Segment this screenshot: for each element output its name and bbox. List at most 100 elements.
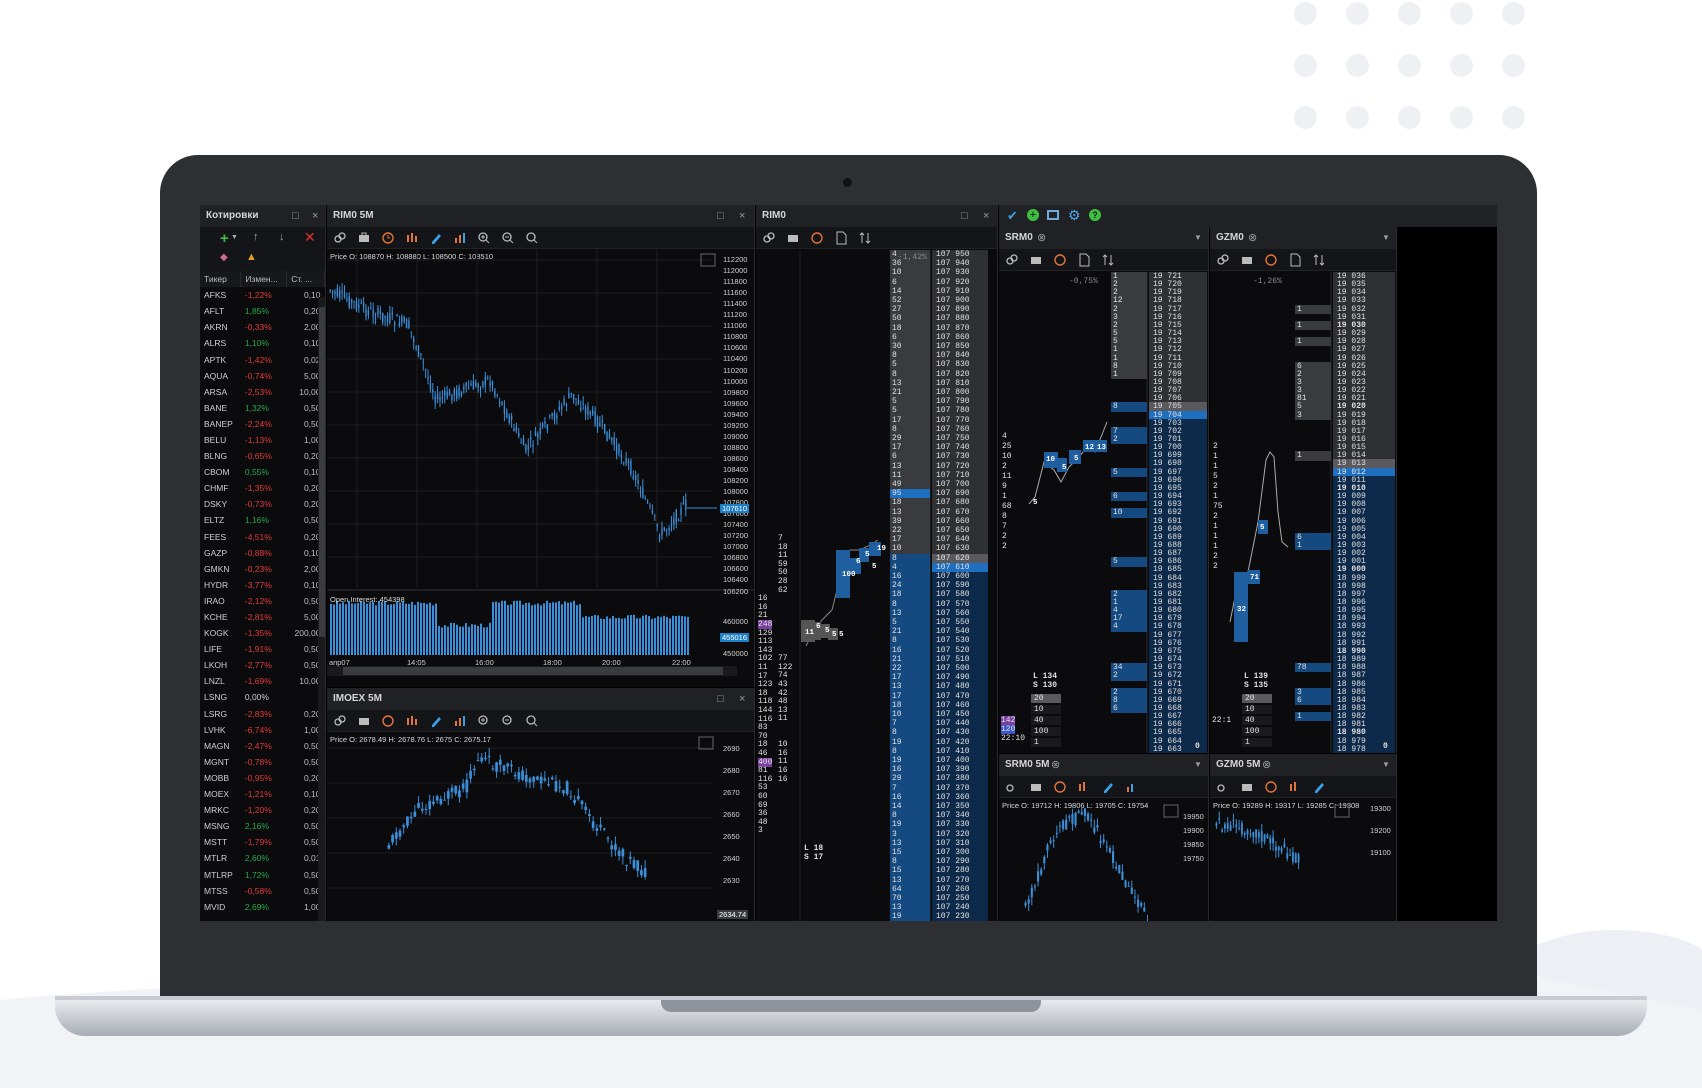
dom-price-row[interactable]: 107 850	[932, 342, 988, 352]
dom-price-row[interactable]: 107 370	[932, 783, 988, 793]
drawing-pen-icon[interactable]	[429, 231, 443, 245]
dom-price-row[interactable]: 107 750	[932, 434, 988, 444]
portfolio-icon[interactable]	[1029, 253, 1043, 267]
dom-price-row[interactable]: 107 340	[932, 811, 988, 821]
quote-row[interactable]: MSNG 2,16% 0,50	[200, 818, 325, 834]
close-circle-icon[interactable]: ⊗	[1037, 227, 1046, 249]
candles-icon[interactable]	[1288, 780, 1302, 794]
close-icon[interactable]: ×	[983, 205, 989, 227]
zoom-out-icon[interactable]	[501, 714, 515, 728]
dom-price-row[interactable]: 107 590	[932, 581, 988, 591]
delete-icon[interactable]: ✕	[304, 229, 316, 246]
chevron-down-icon[interactable]: ▼	[1382, 754, 1390, 776]
order-qty-preset[interactable]: 1	[1242, 738, 1272, 748]
dom-price-row[interactable]: 107 670	[932, 507, 988, 517]
portfolio-icon[interactable]	[1029, 780, 1043, 794]
quote-row[interactable]: APTK -1,42% 0,02	[200, 351, 325, 367]
imoex-price-chart[interactable]	[327, 733, 755, 921]
dom-price-row[interactable]: 107 890	[932, 305, 988, 315]
quotes-scrollbar-thumb[interactable]	[319, 307, 325, 637]
timeframe-clock-icon[interactable]	[381, 231, 395, 245]
candles-icon[interactable]	[405, 231, 419, 245]
quote-row[interactable]: KCHE -2,81% 5,00	[200, 609, 325, 625]
dom-price-row[interactable]: 107 240	[932, 903, 988, 913]
dom-price-row[interactable]: 107 560	[932, 608, 988, 619]
maximize-icon[interactable]: □	[961, 205, 968, 227]
eraser-icon[interactable]: ◆	[220, 252, 228, 263]
bell-icon[interactable]: ▲	[246, 251, 257, 263]
dom-price-row[interactable]: 107 930	[932, 268, 988, 278]
sort-arrows-icon[interactable]	[1312, 253, 1326, 267]
quote-row[interactable]: CBOM 0,55% 0,10	[200, 464, 325, 480]
quote-row[interactable]: LVHK -6,74% 1,00	[200, 722, 325, 738]
order-qty-preset[interactable]: 100	[1031, 727, 1061, 737]
dom-price-row[interactable]: 107 490	[932, 673, 988, 683]
dom-price-row[interactable]: 107 380	[932, 774, 988, 784]
gear-icon[interactable]: ⚙	[1068, 207, 1081, 224]
srm-price-chart[interactable]	[999, 799, 1209, 921]
move-up-icon[interactable]: ↑	[253, 231, 259, 243]
dom-price-row[interactable]: 107 630	[932, 544, 988, 554]
quote-row[interactable]: LIFE -1,91% 0,50	[200, 641, 325, 657]
drawing-pen-icon[interactable]	[1101, 780, 1115, 794]
maximize-icon[interactable]: □	[717, 205, 724, 227]
quote-row[interactable]: AFKS -1,22% 0,10	[200, 287, 325, 303]
order-qty-preset[interactable]: 100	[1242, 727, 1272, 737]
order-qty-preset[interactable]: 10	[1031, 705, 1061, 715]
dom-price-row[interactable]: 107 530	[932, 636, 988, 646]
dom-price-row[interactable]: 107 600	[932, 572, 988, 582]
dom-price-row[interactable]: 107 270	[932, 875, 988, 885]
dom-price-row[interactable]: 107 400	[932, 756, 988, 766]
document-icon[interactable]	[1288, 253, 1302, 267]
quote-row[interactable]: ALRS 1,10% 0,10	[200, 335, 325, 351]
document-icon[interactable]	[1077, 253, 1091, 267]
order-qty-preset[interactable]: 40	[1242, 716, 1272, 726]
dom-price-row[interactable]: 107 780	[932, 406, 988, 416]
chevron-down-icon[interactable]: ▼	[231, 234, 238, 241]
link-icon[interactable]	[1216, 780, 1230, 794]
dom-price-row[interactable]: 107 710	[932, 470, 988, 481]
order-qty-preset[interactable]: 10	[1242, 705, 1272, 715]
dom-price-row[interactable]: 107 550	[932, 618, 988, 628]
dom-price-row[interactable]: 107 740	[932, 443, 988, 453]
quotes-scrollbar[interactable]	[318, 297, 325, 921]
order-qty-preset[interactable]: 40	[1031, 716, 1061, 726]
link-icon[interactable]	[1005, 253, 1019, 267]
dom-price-row[interactable]: 107 280	[932, 866, 988, 876]
chevron-down-icon[interactable]: ▼	[1194, 754, 1202, 776]
indicators-icon[interactable]	[1125, 780, 1139, 794]
candles-icon[interactable]	[1077, 780, 1091, 794]
quote-row[interactable]: BANE 1,32% 0,50	[200, 400, 325, 416]
dom-price-row[interactable]: 107 470	[932, 691, 988, 701]
dom-price-row[interactable]: 107 730	[932, 452, 988, 462]
close-icon[interactable]: ×	[312, 205, 318, 227]
link-icon[interactable]	[333, 231, 347, 245]
dom-price-row[interactable]: 107 870	[932, 323, 988, 333]
close-icon[interactable]: ×	[739, 688, 745, 710]
dom-price-row[interactable]: 107 720	[932, 461, 988, 471]
document-icon[interactable]	[834, 231, 848, 245]
dom-price-row[interactable]: 107 520	[932, 645, 988, 655]
search-icon[interactable]	[525, 231, 539, 245]
quote-row[interactable]: BLNG -0,65% 0,20	[200, 448, 325, 464]
quote-row[interactable]: LSNG 0,00%	[200, 689, 325, 705]
portfolio-icon[interactable]	[1240, 253, 1254, 267]
rim-price-chart[interactable]	[327, 250, 755, 687]
link-icon[interactable]	[333, 714, 347, 728]
dom-price-row[interactable]: 107 830	[932, 360, 988, 370]
plus-circle-icon[interactable]: +	[1027, 209, 1039, 221]
dom-price-row[interactable]: 107 580	[932, 590, 988, 600]
chevron-down-icon[interactable]: ▼	[1194, 227, 1202, 249]
quote-row[interactable]: CHMF -1,35% 0,20	[200, 480, 325, 496]
timeframe-clock-icon[interactable]	[1264, 253, 1278, 267]
quote-row[interactable]: GMKN -0,23% 2,00	[200, 561, 325, 577]
dom-price-row[interactable]: 107 660	[932, 516, 988, 527]
dom-price-row[interactable]: 107 840	[932, 351, 988, 361]
sort-arrows-icon[interactable]	[858, 231, 872, 245]
zoom-out-icon[interactable]	[501, 231, 515, 245]
dom-price-row[interactable]: 107 350	[932, 802, 988, 812]
drawing-pen-icon[interactable]	[429, 714, 443, 728]
quote-row[interactable]: LNZL -1,69% 10,00	[200, 673, 325, 689]
close-circle-icon[interactable]: ⊗	[1262, 754, 1271, 776]
add-ticker-icon[interactable]: +	[220, 230, 229, 247]
